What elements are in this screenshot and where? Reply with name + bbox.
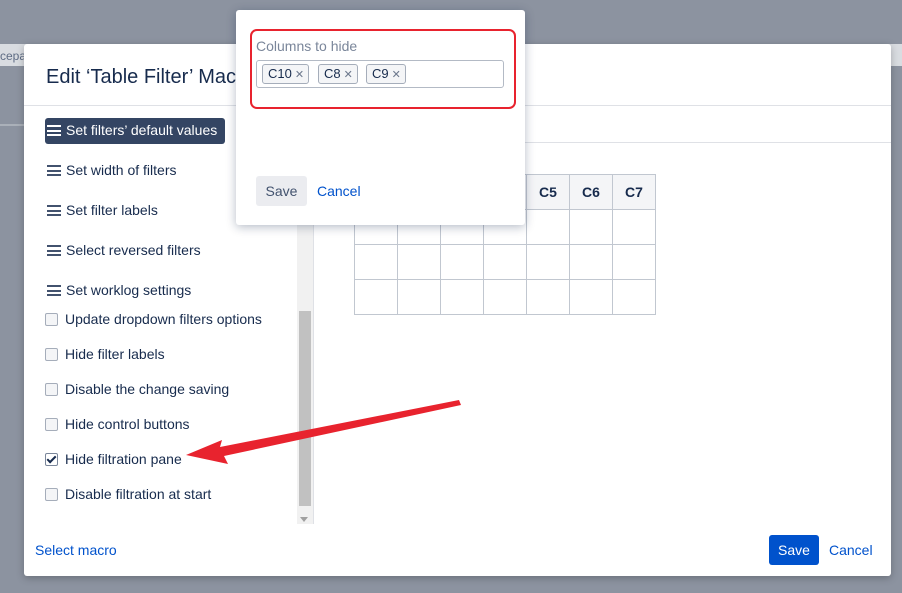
table-cell	[483, 279, 527, 315]
footer-divider	[24, 524, 891, 525]
table-cell	[612, 279, 656, 315]
remove-tag-icon[interactable]: ✕	[295, 69, 304, 81]
menu-icon	[47, 125, 61, 136]
background-breadcrumb-text: cepa	[0, 49, 27, 63]
checkbox[interactable]	[45, 313, 58, 326]
table-row	[354, 244, 656, 280]
table-cell	[526, 209, 570, 245]
menu-item-width-of-filters[interactable]: Set width of filters	[45, 158, 185, 184]
table-cell	[569, 244, 613, 280]
select-macro-link[interactable]: Select macro	[35, 542, 117, 558]
remove-tag-icon[interactable]: ✕	[344, 69, 353, 81]
table-cell	[440, 244, 484, 280]
table-cell	[612, 244, 656, 280]
table-cell	[526, 279, 570, 315]
menu-item-reversed-filters[interactable]: Select reversed filters	[45, 238, 209, 264]
column-header-c7: C7	[612, 174, 656, 210]
checkbox-checked[interactable]	[45, 453, 58, 466]
columns-to-hide-label: Columns to hide	[256, 38, 358, 54]
menu-item-default-values[interactable]: Set filters’ default values	[45, 118, 226, 144]
column-tag: C9 ✕	[366, 64, 406, 84]
columns-to-hide-popup: Columns to hide C10 ✕ C8 ✕ C9 ✕ Save Cancel	[236, 10, 525, 225]
checkbox[interactable]	[45, 488, 58, 501]
checkbox[interactable]	[45, 348, 58, 361]
table-cell	[440, 279, 484, 315]
checkbox[interactable]	[45, 383, 58, 396]
menu-icon	[47, 165, 61, 176]
table-cell	[569, 209, 613, 245]
menu-icon	[47, 245, 61, 256]
scrollbar-thumb[interactable]	[299, 311, 311, 506]
table-cell	[354, 244, 398, 280]
popup-save-button[interactable]: Save	[256, 176, 307, 206]
table-cell	[612, 209, 656, 245]
table-cell	[397, 244, 441, 280]
menu-icon	[47, 285, 61, 296]
background-divider	[0, 124, 24, 126]
popup-cancel-link[interactable]: Cancel	[317, 183, 361, 199]
scroll-down-arrow-icon[interactable]	[300, 517, 308, 522]
columns-to-hide-input[interactable]: C10 ✕ C8 ✕ C9 ✕	[256, 60, 504, 88]
table-cell	[397, 279, 441, 315]
checkbox[interactable]	[45, 418, 58, 431]
table-cell	[526, 244, 570, 280]
column-tag: C10 ✕	[262, 64, 310, 84]
save-button[interactable]: Save	[769, 535, 819, 565]
column-header-c6: C6	[569, 174, 613, 210]
remove-tag-icon[interactable]: ✕	[392, 69, 401, 81]
menu-item-filter-labels[interactable]: Set filter labels	[45, 198, 166, 224]
menu-icon	[47, 205, 61, 216]
column-tag: C8 ✕	[318, 64, 358, 84]
dialog-title: Edit ‘Table Filter’ Mac	[46, 66, 237, 88]
table-cell	[569, 279, 613, 315]
table-row	[354, 279, 656, 315]
cancel-link[interactable]: Cancel	[829, 542, 873, 558]
table-cell	[483, 244, 527, 280]
column-header-c5: C5	[526, 174, 570, 210]
table-cell	[354, 279, 398, 315]
menu-item-worklog-settings[interactable]: Set worklog settings	[45, 278, 199, 304]
